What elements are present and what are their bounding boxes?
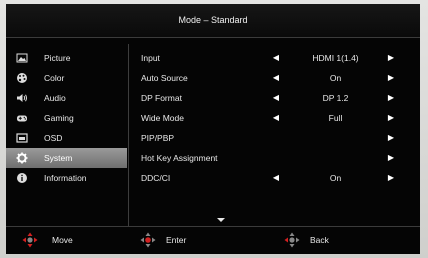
header-divider (6, 37, 420, 38)
gear-icon (16, 152, 28, 164)
osd-footer: Move Enter Back (6, 226, 420, 254)
setting-row-input[interactable]: Input ◀ HDMI 1(1.4) ▶ (129, 48, 420, 68)
sidebar-item-label: Gaming (44, 113, 74, 123)
sidebar-item-color[interactable]: Color (6, 68, 127, 88)
setting-value: DP 1.2 (322, 93, 349, 103)
setting-label: Auto Source (141, 73, 188, 83)
setting-label: DDC/CI (141, 173, 171, 183)
left-arrow-icon[interactable]: ◀ (272, 168, 280, 188)
sidebar: Picture Color Audio Gaming OSD System In… (6, 48, 127, 188)
setting-label: DP Format (141, 93, 182, 103)
dpad-move-icon (22, 232, 38, 248)
setting-label: Input (141, 53, 160, 63)
osd-window-icon (16, 133, 28, 143)
color-palette-icon (17, 73, 27, 83)
sidebar-item-system[interactable]: System (6, 148, 127, 168)
left-arrow-icon[interactable]: ◀ (272, 88, 280, 108)
info-icon (17, 173, 27, 183)
sidebar-item-osd[interactable]: OSD (6, 128, 127, 148)
osd-header: Mode – Standard (6, 4, 420, 37)
picture-icon (16, 53, 28, 63)
sidebar-item-audio[interactable]: Audio (6, 88, 127, 108)
right-arrow-icon[interactable]: ▶ (387, 68, 395, 88)
sidebar-item-label: Audio (44, 93, 66, 103)
right-arrow-icon[interactable]: ▶ (387, 48, 395, 68)
left-arrow-icon[interactable]: ◀ (272, 68, 280, 88)
sidebar-item-label: OSD (44, 133, 63, 143)
dpad-back-icon (284, 232, 300, 248)
right-arrow-icon[interactable]: ▶ (387, 148, 395, 168)
sidebar-item-picture[interactable]: Picture (6, 48, 127, 68)
sidebar-item-label: Information (44, 173, 87, 183)
setting-row-dp-format[interactable]: DP Format ◀ DP 1.2 ▶ (129, 88, 420, 108)
scroll-down-icon[interactable] (216, 216, 226, 224)
dpad-enter-icon (140, 232, 156, 248)
left-arrow-icon[interactable]: ◀ (272, 48, 280, 68)
left-arrow-icon[interactable]: ◀ (272, 108, 280, 128)
sidebar-item-information[interactable]: Information (6, 168, 127, 188)
footer-move: Move (22, 226, 102, 254)
setting-value: On (329, 173, 342, 183)
sidebar-item-gaming[interactable]: Gaming (6, 108, 127, 128)
footer-enter: Enter (140, 226, 220, 254)
sidebar-item-label: System (44, 153, 73, 163)
setting-value: On (329, 73, 342, 83)
right-arrow-icon[interactable]: ▶ (387, 168, 395, 188)
footer-back-label: Back (310, 235, 329, 245)
right-arrow-icon[interactable]: ▶ (387, 128, 395, 148)
right-arrow-icon[interactable]: ▶ (387, 88, 395, 108)
gamepad-icon (17, 115, 27, 122)
right-arrow-icon[interactable]: ▶ (387, 108, 395, 128)
footer-enter-label: Enter (166, 235, 187, 245)
setting-row-hot-key-assignment[interactable]: Hot Key Assignment ▶ (129, 148, 420, 168)
setting-row-pip-pbp[interactable]: PIP/PBP ▶ (129, 128, 420, 148)
setting-row-wide-mode[interactable]: Wide Mode ◀ Full ▶ (129, 108, 420, 128)
setting-label: Hot Key Assignment (141, 153, 218, 163)
osd-screen: Mode – Standard Picture Color Audio Gami… (6, 4, 420, 254)
footer-move-label: Move (52, 235, 73, 245)
page-title: Mode – Standard (178, 15, 248, 25)
settings-list: Input ◀ HDMI 1(1.4) ▶ Auto Source ◀ On ▶… (129, 48, 420, 188)
sidebar-item-label: Picture (44, 53, 71, 63)
setting-value: HDMI 1(1.4) (312, 53, 359, 63)
setting-label: Wide Mode (141, 113, 184, 123)
setting-label: PIP/PBP (141, 133, 175, 143)
speaker-icon (17, 94, 27, 102)
setting-row-ddc-ci[interactable]: DDC/CI ◀ On ▶ (129, 168, 420, 188)
sidebar-item-label: Color (44, 73, 65, 83)
setting-value: Full (328, 113, 343, 123)
footer-back: Back (284, 226, 364, 254)
setting-row-auto-source[interactable]: Auto Source ◀ On ▶ (129, 68, 420, 88)
